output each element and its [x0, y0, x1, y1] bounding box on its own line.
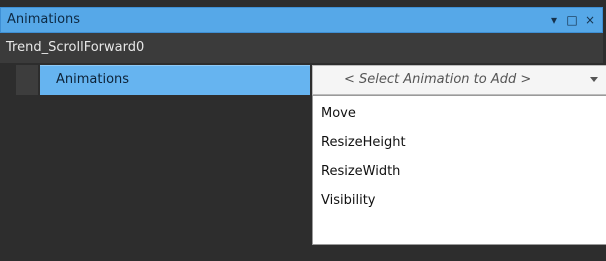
dropdown-option-label: ResizeWidth: [321, 164, 401, 179]
dropdown-option-label: Visibility: [321, 193, 376, 208]
restore-icon[interactable]: □: [566, 12, 578, 28]
panel-title: Animations: [7, 12, 81, 27]
animations-property-row: Animations < Select Animation to Add >: [16, 65, 606, 95]
dropdown-option-resizewidth[interactable]: ResizeWidth: [313, 158, 606, 187]
dropdown-option-label: ResizeHeight: [321, 135, 406, 150]
dropdown-option-move[interactable]: Move: [313, 100, 606, 129]
object-name-header: Trend_ScrollForward0: [0, 33, 603, 63]
property-label: Animations: [56, 72, 130, 87]
window-controls: ▾ □ ×: [548, 12, 596, 28]
object-name: Trend_ScrollForward0: [6, 40, 145, 55]
chevron-down-icon[interactable]: [590, 77, 598, 82]
panel-titlebar: Animations ▾ □ ×: [0, 7, 603, 33]
close-icon[interactable]: ×: [584, 12, 596, 28]
animation-dropdown-list: Move ResizeHeight ResizeWidth Visibility: [312, 95, 606, 245]
pin-dropdown-icon[interactable]: ▾: [548, 12, 560, 28]
dropdown-option-resizeheight[interactable]: ResizeHeight: [313, 129, 606, 158]
dropdown-option-visibility[interactable]: Visibility: [313, 187, 606, 216]
animation-select[interactable]: < Select Animation to Add >: [312, 65, 606, 95]
select-placeholder: < Select Animation to Add >: [344, 72, 532, 87]
property-label-cell[interactable]: Animations: [40, 65, 310, 95]
row-gutter: [16, 65, 38, 95]
dropdown-option-label: Move: [321, 106, 356, 121]
animations-panel: Animations ▾ □ × Trend_ScrollForward0 An…: [0, 0, 606, 261]
